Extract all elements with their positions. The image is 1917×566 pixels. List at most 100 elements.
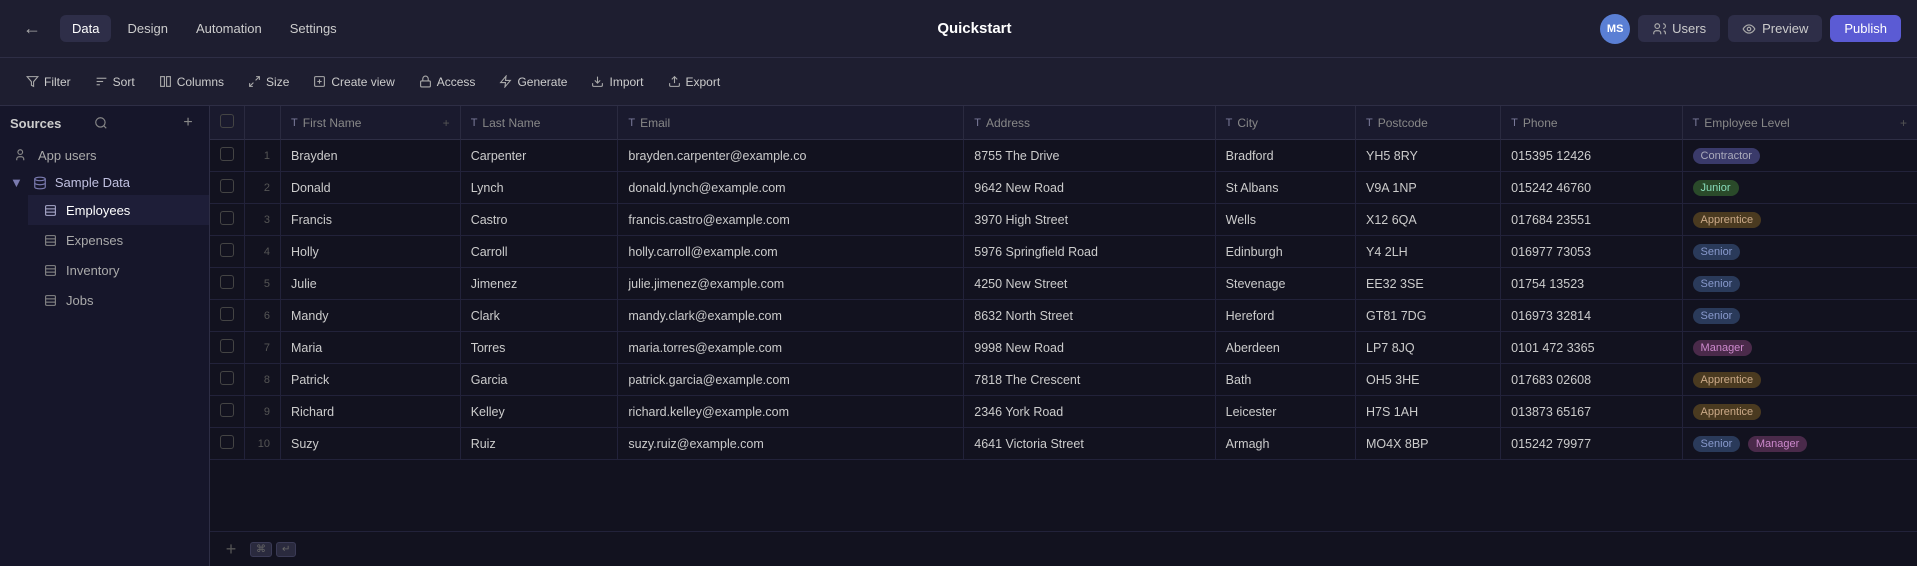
employees-label: Employees [66,203,130,218]
th-select-all[interactable] [210,106,245,140]
cell-postcode: LP7 8JQ [1356,332,1501,364]
cell-address: 9642 New Road [964,172,1215,204]
table-row[interactable]: 3 Francis Castro francis.castro@example.… [210,204,1917,236]
table-wrapper[interactable]: T First Name + T Last Name [210,106,1917,531]
row-checkbox[interactable] [220,371,234,385]
row-checkbox[interactable] [220,403,234,417]
cell-last-name: Carpenter [460,140,618,172]
cell-address: 3970 High Street [964,204,1215,236]
keyboard-shortcut-hint: ⌘ ↵ [250,542,296,557]
row-checkbox[interactable] [220,435,234,449]
sidebar-sources-header: Sources + [0,106,209,140]
table-row[interactable]: 2 Donald Lynch donald.lynch@example.com … [210,172,1917,204]
th-email-label: Email [640,116,670,130]
publish-button[interactable]: Publish [1830,15,1901,42]
th-city[interactable]: T City [1215,106,1355,140]
row-checkbox[interactable] [220,275,234,289]
sidebar-item-inventory[interactable]: Inventory [28,255,209,285]
cell-employee-level: Contractor [1682,140,1917,172]
access-button[interactable]: Access [409,70,486,94]
sources-label: Sources [10,116,88,131]
users-button[interactable]: Users [1638,15,1720,42]
access-label: Access [437,75,476,89]
table-row[interactable]: 9 Richard Kelley richard.kelley@example.… [210,396,1917,428]
expenses-icon [42,232,58,248]
add-column-icon[interactable]: + [1900,116,1907,130]
sort-button[interactable]: Sort [85,70,145,94]
cell-last-name: Carroll [460,236,618,268]
cell-last-name: Jimenez [460,268,618,300]
add-first-name-icon[interactable]: + [443,116,450,130]
generate-button[interactable]: Generate [489,70,577,94]
cell-city: Aberdeen [1215,332,1355,364]
row-checkbox[interactable] [220,211,234,225]
table-row[interactable]: 4 Holly Carroll holly.carroll@example.co… [210,236,1917,268]
select-all-checkbox[interactable] [220,114,234,128]
import-button[interactable]: Import [581,70,653,94]
columns-button[interactable]: Columns [149,70,234,94]
sidebar-item-jobs[interactable]: Jobs [28,285,209,315]
back-button[interactable]: ← [16,13,48,45]
nav-data[interactable]: Data [60,15,111,42]
phone-type-icon: T [1511,117,1518,129]
th-phone[interactable]: T Phone [1501,106,1682,140]
avatar[interactable]: MS [1600,14,1630,44]
filter-button[interactable]: Filter [16,70,81,94]
row-checkbox-cell [210,172,245,204]
sort-label: Sort [113,75,135,89]
app-title: Quickstart [349,20,1600,37]
sample-data-icon [33,176,47,190]
row-checkbox-cell [210,332,245,364]
size-button[interactable]: Size [238,70,299,94]
cell-postcode: Y4 2LH [1356,236,1501,268]
table-row[interactable]: 1 Brayden Carpenter brayden.carpenter@ex… [210,140,1917,172]
add-source-button[interactable]: + [177,112,199,134]
cell-email: holly.carroll@example.com [618,236,964,268]
export-button[interactable]: Export [658,70,731,94]
th-employee-level[interactable]: T Employee Level + [1682,106,1917,140]
search-icon[interactable] [94,116,108,130]
sidebar-item-sample-data[interactable]: ▼ Sample Data [0,170,209,195]
data-table: T First Name + T Last Name [210,106,1917,460]
cell-phone: 016977 73053 [1501,236,1682,268]
row-number: 10 [245,428,281,460]
row-checkbox[interactable] [220,147,234,161]
row-checkbox[interactable] [220,307,234,321]
th-postcode[interactable]: T Postcode [1356,106,1501,140]
row-checkbox-cell [210,300,245,332]
cell-address: 5976 Springfield Road [964,236,1215,268]
row-number: 6 [245,300,281,332]
sidebar-item-app-users[interactable]: App users [0,140,209,170]
th-last-name[interactable]: T Last Name [460,106,618,140]
access-icon [419,75,432,88]
th-email[interactable]: T Email [618,106,964,140]
table-row[interactable]: 7 Maria Torres maria.torres@example.com … [210,332,1917,364]
table-row[interactable]: 5 Julie Jimenez julie.jimenez@example.co… [210,268,1917,300]
employees-icon [42,202,58,218]
th-first-name[interactable]: T First Name + [281,106,461,140]
row-checkbox[interactable] [220,179,234,193]
nav-design[interactable]: Design [115,15,179,42]
cell-first-name: Julie [281,268,461,300]
row-number: 2 [245,172,281,204]
employee-level-badge: Senior [1693,436,1741,452]
filter-icon [26,75,39,88]
row-checkbox[interactable] [220,339,234,353]
nav-automation[interactable]: Automation [184,15,274,42]
preview-button[interactable]: Preview [1728,15,1822,42]
nav-settings[interactable]: Settings [278,15,349,42]
add-row-button[interactable]: + [220,538,242,560]
table-row[interactable]: 6 Mandy Clark mandy.clark@example.com 86… [210,300,1917,332]
table-row[interactable]: 8 Patrick Garcia patrick.garcia@example.… [210,364,1917,396]
th-last-name-label: Last Name [482,116,540,130]
th-address[interactable]: T Address [964,106,1215,140]
cell-phone: 0101 472 3365 [1501,332,1682,364]
row-checkbox[interactable] [220,243,234,257]
export-icon [668,75,681,88]
sidebar-item-expenses[interactable]: Expenses [28,225,209,255]
create-view-button[interactable]: Create view [303,70,404,94]
expenses-label: Expenses [66,233,123,248]
table-row[interactable]: 10 Suzy Ruiz suzy.ruiz@example.com 4641 … [210,428,1917,460]
sidebar-item-employees[interactable]: Employees [28,195,209,225]
cell-email: patrick.garcia@example.com [618,364,964,396]
